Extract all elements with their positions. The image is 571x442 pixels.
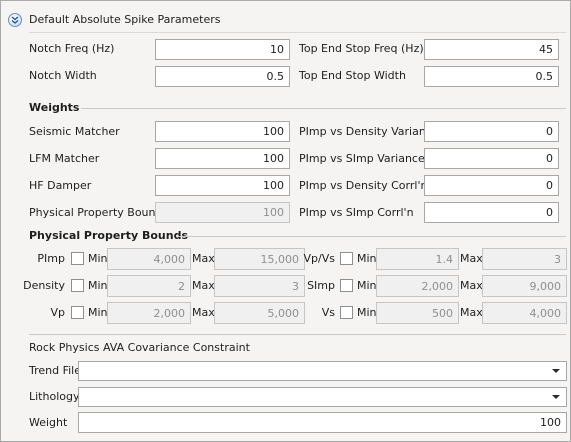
vp-max-input: 5,000 xyxy=(214,302,305,324)
vp-min-input: 2,000 xyxy=(107,302,191,324)
density-label: Density xyxy=(23,279,65,292)
notch-width-label: Notch Width xyxy=(29,69,97,82)
weight-input[interactable]: 100 xyxy=(78,412,567,433)
vs-label: Vs xyxy=(321,306,335,319)
pimp-simp-corrln-input[interactable]: 0 xyxy=(424,202,559,223)
hf-damper-label: HF Damper xyxy=(29,179,92,192)
top-end-stop-width-input[interactable]: 0.5 xyxy=(424,66,559,87)
pimp-simp-variance-input[interactable]: 0 xyxy=(424,148,559,169)
pimp-density-variance-input[interactable]: 0 xyxy=(424,121,559,142)
vpvs-max-input: 3 xyxy=(482,248,567,270)
pimp-min-label: Min xyxy=(88,252,108,265)
simp-min-label: Min xyxy=(357,279,377,292)
density-max-input: 3 xyxy=(214,275,305,297)
seismic-matcher-input[interactable]: 100 xyxy=(155,121,290,142)
pimp-max-label: Max xyxy=(192,252,215,265)
lfm-matcher-input[interactable]: 100 xyxy=(155,148,290,169)
weights-divider xyxy=(81,108,566,109)
dropdown-arrow-icon[interactable] xyxy=(552,369,560,373)
pimp-simp-variance-label: PImp vs SImp Variance xyxy=(299,152,425,165)
pimp-density-variance-label: PImp vs Density Variance xyxy=(299,125,439,138)
trend-file-dropdown[interactable] xyxy=(78,361,567,381)
bounds-divider xyxy=(178,236,566,237)
pimp-simp-corrln-label: PImp vs SImp Corrl'n xyxy=(299,206,414,219)
rock-physics-heading: Rock Physics AVA Covariance Constraint xyxy=(29,341,250,354)
pimp-density-corrln-label: PImp vs Density Corrl'n xyxy=(299,179,428,192)
bounds-heading: Physical Property Bounds xyxy=(29,229,189,242)
notch-width-input[interactable]: 0.5 xyxy=(155,66,290,87)
vpvs-checkbox[interactable] xyxy=(340,252,353,265)
top-end-stop-freq-input[interactable]: 45 xyxy=(424,39,559,60)
vp-max-label: Max xyxy=(192,306,215,319)
vpvs-min-input: 1.4 xyxy=(376,248,459,270)
physical-property-bounds-weight-input: 100 xyxy=(155,202,290,223)
pimp-checkbox[interactable] xyxy=(71,252,84,265)
vpvs-min-label: Min xyxy=(357,252,377,265)
vpvs-label: Vp/Vs xyxy=(303,252,335,265)
top-end-stop-width-label: Top End Stop Width xyxy=(299,69,406,82)
vs-max-label: Max xyxy=(460,306,483,319)
vs-min-label: Min xyxy=(357,306,377,319)
pimp-max-input: 15,000 xyxy=(214,248,305,270)
rock-physics-divider xyxy=(29,334,566,335)
vpvs-max-label: Max xyxy=(460,252,483,265)
notch-freq-label: Notch Freq (Hz) xyxy=(29,42,115,55)
panel-title: Default Absolute Spike Parameters xyxy=(29,13,221,26)
pimp-min-input: 4,000 xyxy=(107,248,191,270)
vp-label: Vp xyxy=(50,306,65,319)
lithology-label: Lithology xyxy=(29,390,80,403)
vp-checkbox[interactable] xyxy=(71,306,84,319)
pimp-density-corrln-input[interactable]: 0 xyxy=(424,175,559,196)
weight-label: Weight xyxy=(29,416,68,429)
lfm-matcher-label: LFM Matcher xyxy=(29,152,100,165)
vs-checkbox[interactable] xyxy=(340,306,353,319)
dropdown-arrow-icon[interactable] xyxy=(552,395,560,399)
header-divider xyxy=(29,32,566,33)
collapse-chevron-icon[interactable] xyxy=(8,13,22,27)
pimp-label: PImp xyxy=(37,252,65,265)
simp-max-input: 9,000 xyxy=(482,275,567,297)
simp-label: SImp xyxy=(307,279,335,292)
density-checkbox[interactable] xyxy=(71,279,84,292)
vp-min-label: Min xyxy=(88,306,108,319)
density-min-input: 2 xyxy=(107,275,191,297)
simp-min-input: 2,000 xyxy=(376,275,459,297)
lithology-dropdown[interactable] xyxy=(78,387,567,407)
notch-freq-input[interactable]: 10 xyxy=(155,39,290,60)
simp-max-label: Max xyxy=(460,279,483,292)
spike-parameters-panel: Default Absolute Spike Parameters Notch … xyxy=(0,0,571,442)
density-max-label: Max xyxy=(192,279,215,292)
weights-heading: Weights xyxy=(29,101,80,114)
vs-max-input: 4,000 xyxy=(482,302,567,324)
hf-damper-input[interactable]: 100 xyxy=(155,175,290,196)
top-end-stop-freq-label: Top End Stop Freq (Hz) xyxy=(299,42,424,55)
seismic-matcher-label: Seismic Matcher xyxy=(29,125,120,138)
vs-min-input: 500 xyxy=(376,302,459,324)
density-min-label: Min xyxy=(88,279,108,292)
physical-property-bounds-weight-label: Physical Property Bounds xyxy=(29,206,169,219)
simp-checkbox[interactable] xyxy=(340,279,353,292)
trend-file-label: Trend File xyxy=(29,364,82,377)
